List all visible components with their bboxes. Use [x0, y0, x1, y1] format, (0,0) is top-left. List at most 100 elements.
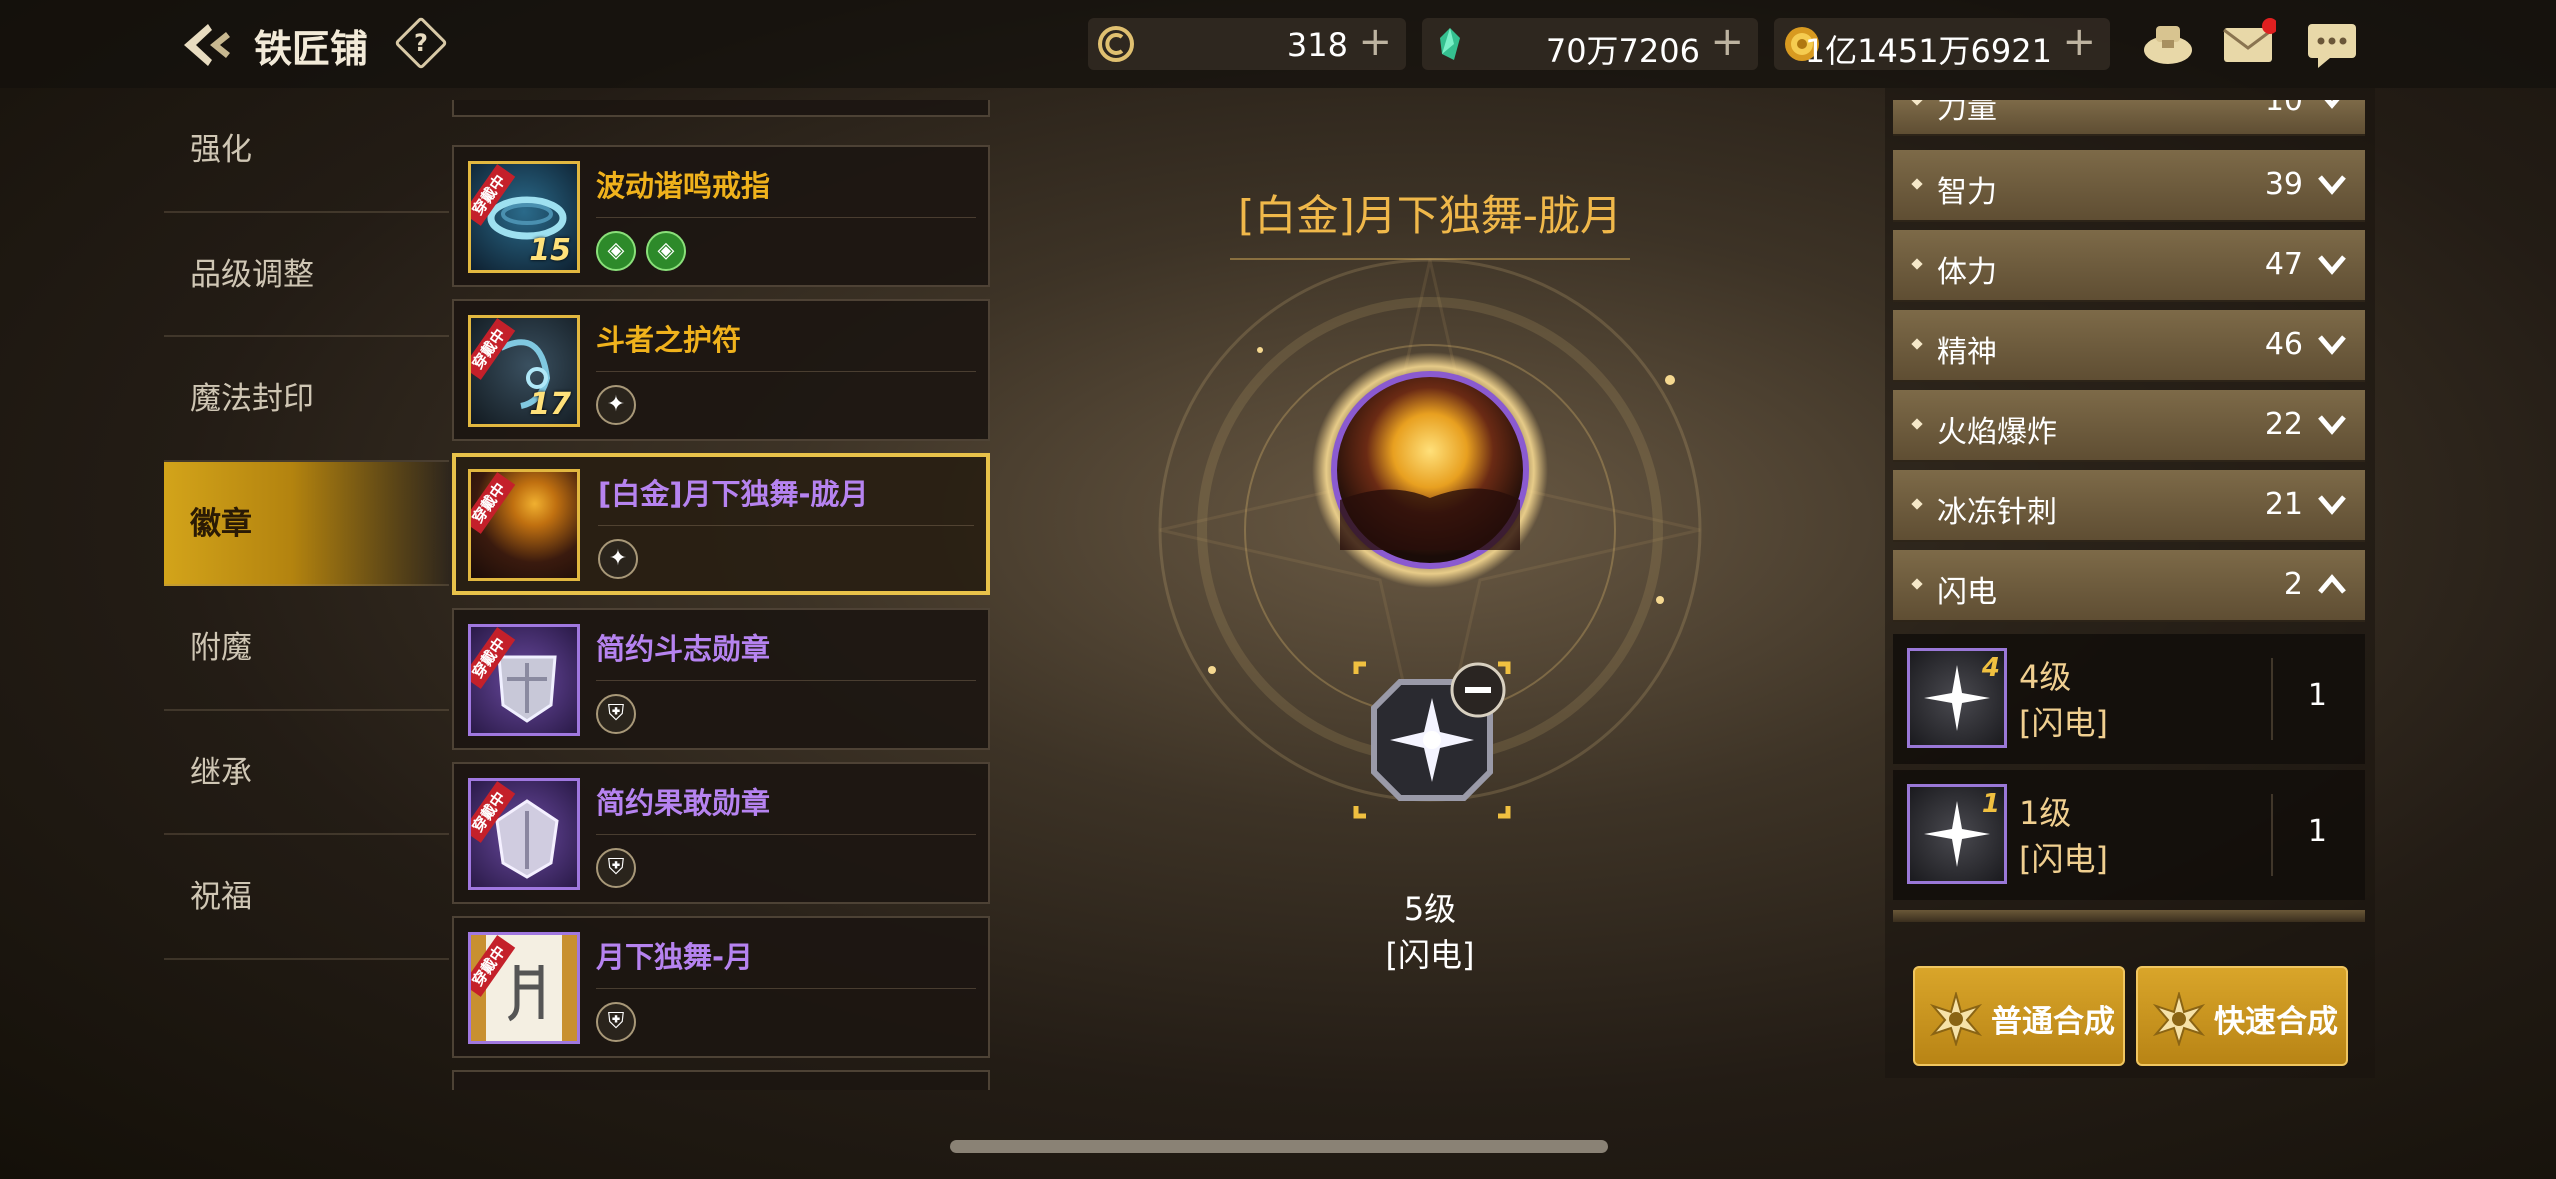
gem-level: 5级	[1403, 890, 1457, 928]
bullet-icon	[1911, 418, 1923, 430]
chevron-up-icon[interactable]	[2317, 572, 2347, 596]
stat-row[interactable]: 力量 10	[1893, 100, 2365, 136]
crystal-value: 70万7206	[1545, 32, 1700, 70]
stat-name: 闪电	[1937, 575, 1997, 610]
stat-row[interactable]: 精神 46	[1893, 310, 2365, 382]
crystal-icon	[1440, 28, 1460, 60]
bullet-icon	[1911, 578, 1923, 590]
chevron-down-icon[interactable]	[2317, 492, 2347, 516]
bullet-icon	[1911, 178, 1923, 190]
chevron-down-icon[interactable]	[2317, 252, 2347, 276]
chevron-down-icon[interactable]	[2317, 172, 2347, 196]
gem-row[interactable]: 1 1级 [闪电] 1	[1893, 770, 2365, 900]
list-item[interactable]: 穿戴中 月下独舞-月 ⛨	[452, 916, 990, 1058]
equipped-badge: 穿戴中	[471, 472, 516, 534]
stat-name: 力量	[1937, 100, 1997, 126]
gem-row[interactable]: 4 4级 [闪电] 1	[1893, 634, 2365, 764]
stat-name: 冰冻针刺	[1937, 495, 2057, 530]
normal-combine-button[interactable]: 普通合成	[1913, 966, 2125, 1066]
stat-value: 10	[2264, 100, 2303, 118]
gem-info: 4级 [闪电]	[2019, 658, 2108, 742]
nav-item-inherit[interactable]: 继承	[164, 711, 449, 835]
stat-name: 智力	[1937, 175, 1997, 210]
item-enhance-level: 17	[529, 387, 571, 422]
nav-item-blessing[interactable]: 祝福	[164, 835, 449, 960]
star-emblem-slot-icon: ✦	[598, 539, 638, 579]
stat-row[interactable]: 冰冻针刺 21	[1893, 470, 2365, 542]
crystal-currency: 70万7206 +	[1422, 18, 1758, 70]
page-title: 铁匠铺	[254, 27, 369, 71]
list-item[interactable]: 穿戴中 17 斗者之护符 ✦	[452, 299, 990, 441]
bullet-icon	[1911, 498, 1923, 510]
coupon-add-button[interactable]: +	[1358, 22, 1392, 62]
item-thumbnail: 穿戴中	[468, 469, 580, 581]
item-enhance-level: 15	[529, 233, 571, 268]
combine-star-icon	[1929, 992, 1983, 1046]
bag-icon[interactable]	[2140, 16, 2196, 72]
equipment-list[interactable]: 穿戴中 15 波动谐鸣戒指 ◈ ◈ 穿戴中 17 斗者之护符 ✦ 穿戴中 [白金…	[450, 100, 992, 1090]
nav-item-enchant[interactable]: 附魔	[164, 586, 449, 711]
stat-value: 46	[2264, 327, 2303, 362]
crystal-add-button[interactable]: +	[1710, 22, 1744, 62]
list-item-partial[interactable]	[452, 100, 990, 117]
nav-item-grade-adjust[interactable]: 品级调整	[164, 213, 449, 337]
stat-value: 39	[2264, 167, 2303, 202]
gem-type: [闪电]	[1385, 936, 1475, 974]
stat-name: 精神	[1937, 335, 1997, 370]
mail-icon[interactable]	[2220, 16, 2276, 72]
item-thumbnail: 穿戴中	[468, 624, 580, 736]
back-arrow-icon[interactable]	[178, 20, 234, 70]
nav-item-emblem[interactable]: 徽章	[164, 461, 449, 586]
emblem-slot-icon: ⛨	[596, 694, 636, 734]
item-thumbnail: 穿戴中	[468, 932, 580, 1044]
list-item[interactable]: 穿戴中 简约斗志勋章 ⛨	[452, 608, 990, 750]
item-name: [白金]月下独舞-胧月	[598, 477, 869, 511]
stat-value: 21	[2264, 487, 2303, 522]
gem-info: 1级 [闪电]	[2019, 794, 2108, 878]
nav-item-enhance[interactable]: 强化	[164, 88, 449, 213]
chevron-down-icon[interactable]	[2317, 100, 2347, 110]
stat-row[interactable]: 闪电 2	[1893, 550, 2365, 622]
chevron-down-icon[interactable]	[2317, 332, 2347, 356]
coupon-value: 318	[1286, 26, 1348, 64]
gem-level-badge: 1	[1981, 789, 2000, 819]
item-thumbnail: 穿戴中 15	[468, 161, 580, 273]
list-item[interactable]: 穿戴中 简约果敢勋章 ⛨	[452, 762, 990, 904]
gem-label: 5级 [闪电]	[1290, 886, 1570, 978]
selected-item-title: [白金]月下独舞-胧月	[1238, 191, 1622, 240]
chat-icon[interactable]	[2304, 16, 2360, 72]
help-icon: ?	[414, 29, 428, 57]
item-name: 波动谐鸣戒指	[596, 169, 771, 203]
stat-row[interactable]: 火焰爆炸 22	[1893, 390, 2365, 462]
side-nav: 强化 品级调整 魔法封印 徽章 附魔 继承 祝福	[164, 88, 449, 960]
green-emblem-slot-icon: ◈	[596, 231, 636, 271]
item-thumbnail: 穿戴中 17	[468, 315, 580, 427]
stat-value: 22	[2264, 407, 2303, 442]
list-item-selected[interactable]: 穿戴中 [白金]月下独舞-胧月 ✦	[452, 453, 990, 595]
stat-value: 47	[2264, 247, 2303, 282]
stat-row[interactable]: 体力 47	[1893, 230, 2365, 302]
chevron-down-icon[interactable]	[2317, 412, 2347, 436]
item-name: 简约果敢勋章	[596, 786, 771, 820]
home-indicator[interactable]	[950, 1140, 1608, 1153]
gold-add-button[interactable]: +	[2062, 22, 2096, 62]
nav-item-magic-seal[interactable]: 魔法封印	[164, 337, 449, 462]
selected-medal-icon	[1312, 352, 1548, 588]
list-item[interactable]: 穿戴中 15 波动谐鸣戒指 ◈ ◈	[452, 145, 990, 287]
stat-value: 2	[2283, 567, 2303, 602]
stat-row[interactable]: 智力 39	[1893, 150, 2365, 222]
item-name: 月下独舞-月	[596, 940, 754, 974]
emblem-slot-icon: ⛨	[596, 848, 636, 888]
list-item-partial[interactable]	[452, 1070, 990, 1090]
lightning-gem-thumb-icon: 1	[1907, 784, 2007, 884]
gem-count: 1	[2307, 678, 2327, 713]
bullet-icon	[1911, 338, 1923, 350]
item-name: 简约斗志勋章	[596, 632, 771, 666]
combine-star-icon	[2152, 992, 2206, 1046]
quick-combine-button[interactable]: 快速合成	[2136, 966, 2348, 1066]
star-emblem-slot-icon: ✦	[596, 385, 636, 425]
item-name: 斗者之护符	[596, 323, 742, 357]
remove-gem-button[interactable]	[1450, 662, 1506, 718]
bullet-icon	[1911, 100, 1923, 106]
gem-count: 1	[2307, 814, 2327, 849]
